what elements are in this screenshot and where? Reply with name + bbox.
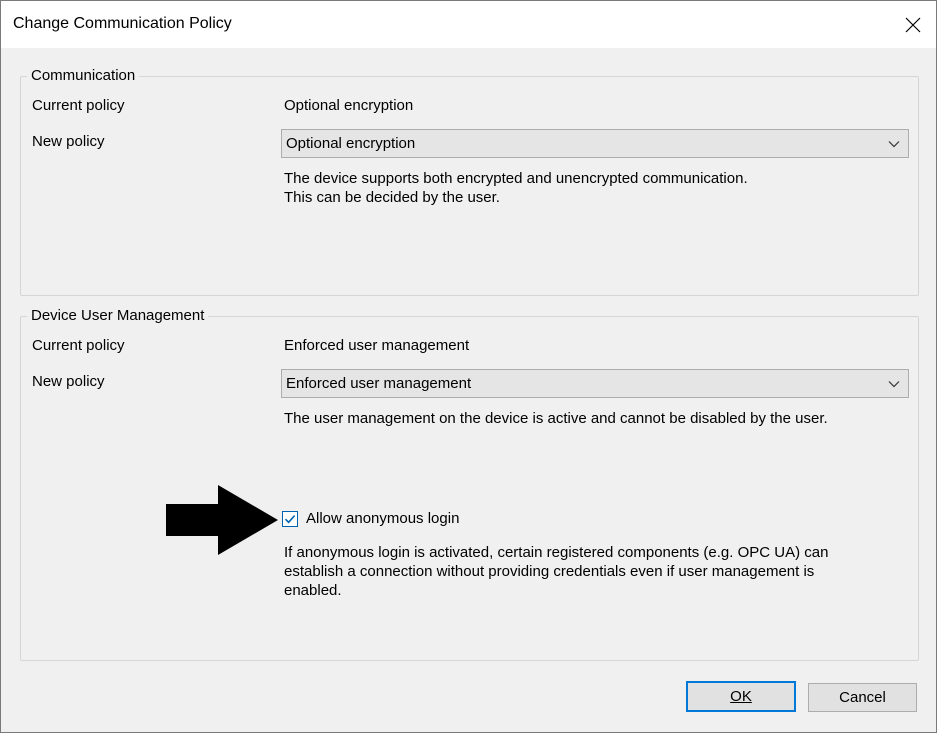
anonymous-login-description-line: establish a connection without providing… — [284, 563, 815, 580]
communication-current-policy-value: Optional encryption — [284, 97, 414, 114]
communication-group-label: Communication — [27, 67, 140, 85]
communication-new-policy-label: New policy — [32, 133, 105, 150]
dialog-window: Change Communication Policy Communicatio… — [0, 0, 937, 733]
close-button[interactable] — [890, 1, 936, 48]
anonymous-login-description: If anonymous login is activated, certain… — [284, 543, 828, 600]
user-management-description: The user management on the device is act… — [284, 410, 828, 427]
arrow-right-icon — [166, 485, 278, 555]
anonymous-login-description-line: If anonymous login is activated, certain… — [284, 544, 829, 561]
communication-description-line: This can be decided by the user. — [284, 189, 500, 206]
user-management-new-policy-label: New policy — [32, 373, 105, 390]
ok-button[interactable]: OK — [686, 681, 796, 712]
allow-anonymous-login-label[interactable]: Allow anonymous login — [306, 510, 459, 528]
cancel-button-label: Cancel — [839, 689, 886, 706]
title-bar: Change Communication Policy — [1, 1, 936, 48]
user-management-group-label: Device User Management — [27, 307, 209, 325]
close-icon — [905, 17, 921, 32]
communication-policy-dropdown[interactable]: Optional encryption — [281, 129, 909, 158]
checkmark-icon — [284, 515, 296, 524]
chevron-down-icon — [888, 381, 900, 388]
anonymous-login-description-line: enabled. — [284, 582, 342, 599]
user-management-policy-selected: Enforced user management — [286, 375, 472, 392]
communication-description: The device supports both encrypted and u… — [284, 169, 748, 207]
communication-policy-selected: Optional encryption — [286, 135, 416, 152]
communication-current-policy-label: Current policy — [32, 97, 125, 114]
user-management-group: Device User Management — [20, 307, 919, 661]
communication-description-line: The device supports both encrypted and u… — [284, 170, 748, 187]
allow-anonymous-login-checkbox[interactable] — [282, 511, 298, 527]
chevron-down-icon — [888, 141, 900, 148]
cancel-button[interactable]: Cancel — [808, 683, 917, 712]
user-management-policy-dropdown[interactable]: Enforced user management — [281, 369, 909, 398]
ok-button-label: OK — [730, 688, 752, 705]
window-title: Change Communication Policy — [13, 15, 232, 32]
user-management-current-policy-label: Current policy — [32, 337, 125, 354]
user-management-current-policy-value: Enforced user management — [284, 337, 470, 354]
